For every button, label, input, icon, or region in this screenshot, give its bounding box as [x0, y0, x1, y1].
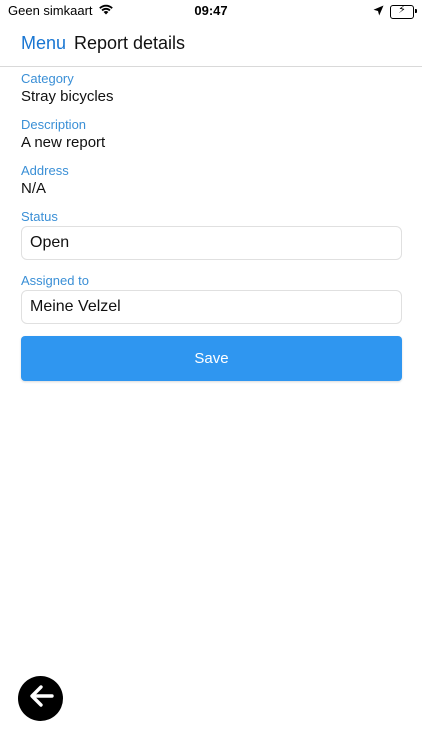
description-label: Description	[21, 117, 87, 132]
category-label: Category	[21, 71, 74, 86]
save-button[interactable]: Save	[21, 336, 402, 381]
status-label: Status	[21, 209, 58, 224]
nav-header: Menu Report details	[0, 26, 422, 67]
address-label: Address	[21, 163, 69, 178]
assigned-to-label: Assigned to	[21, 273, 89, 288]
page-title: Report details	[74, 33, 186, 53]
assigned-to-field[interactable]: Meine Velzel	[21, 290, 402, 324]
status-bar: Geen simkaart 09:47 ⚡	[0, 0, 422, 24]
address-value: N/A	[21, 180, 47, 197]
clock: 09:47	[194, 3, 228, 18]
status-value: Open	[30, 234, 70, 251]
arrow-left-icon	[27, 682, 55, 715]
status-indicators: ⚡	[373, 3, 417, 21]
battery-charging-icon: ⚡	[390, 4, 417, 19]
description-value: A new report	[21, 134, 106, 151]
battery-tip	[415, 9, 417, 13]
status-field[interactable]: Open	[21, 226, 402, 260]
menu-button[interactable]: Menu	[21, 33, 66, 54]
charging-bolt-icon: ⚡	[398, 4, 406, 16]
category-value: Stray bicycles	[21, 88, 114, 105]
back-button[interactable]	[18, 676, 63, 721]
assigned-to-value: Meine Velzel	[30, 298, 121, 315]
report-form: Category Stray bicycles Description A ne…	[21, 70, 402, 381]
location-arrow-icon	[373, 3, 384, 21]
